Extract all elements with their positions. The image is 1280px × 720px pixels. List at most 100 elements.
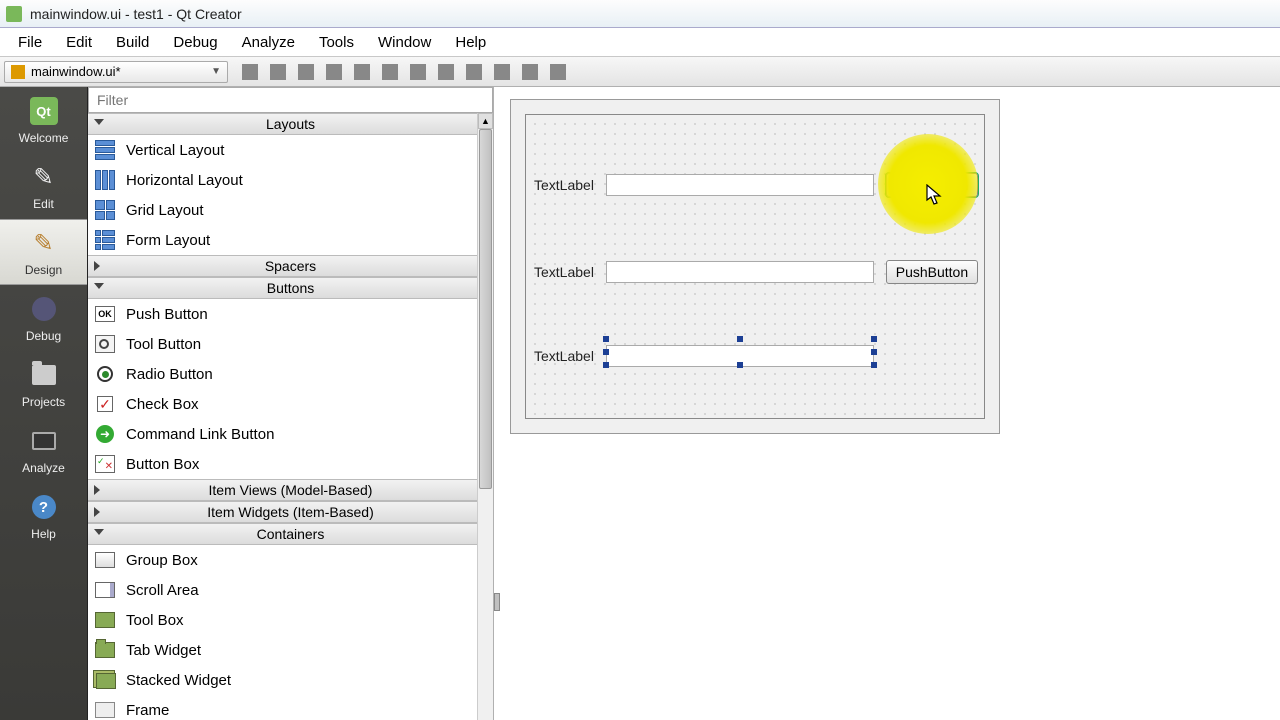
widget-vertical-layout[interactable]: Vertical Layout <box>88 135 493 165</box>
window-title: mainwindow.ui - test1 - Qt Creator <box>30 6 242 22</box>
widget-horizontal-layout[interactable]: Horizontal Layout <box>88 165 493 195</box>
widget-command-link-button[interactable]: ➜Command Link Button <box>88 419 493 449</box>
design-canvas[interactable]: TextLabel PushButton TextLabel PushButto… <box>494 87 1280 720</box>
selection-handle[interactable] <box>871 336 877 342</box>
selection-handle[interactable] <box>871 349 877 355</box>
app-icon <box>6 6 22 22</box>
widget-grid-layout[interactable]: Grid Layout <box>88 195 493 225</box>
widget-box-scrollbar[interactable]: ▲ <box>477 113 493 720</box>
tool-edit-taborder[interactable] <box>321 61 347 83</box>
tool-layout-form[interactable] <box>489 61 515 83</box>
scroll-up-icon[interactable]: ▲ <box>478 113 493 129</box>
selection-handle[interactable] <box>737 336 743 342</box>
menu-window[interactable]: Window <box>366 30 443 55</box>
tabwidget-icon <box>95 642 115 658</box>
menu-debug[interactable]: Debug <box>161 30 229 55</box>
panel-resize-handle[interactable] <box>494 593 500 611</box>
scrollarea-icon <box>95 582 115 598</box>
group-item-views[interactable]: Item Views (Model-Based) <box>88 479 493 501</box>
selection-handle[interactable] <box>603 349 609 355</box>
tool-adjust-size[interactable] <box>545 61 571 83</box>
menu-help[interactable]: Help <box>443 30 498 55</box>
widget-tab-widget[interactable]: Tab Widget <box>88 635 493 665</box>
widget-box: Layouts Vertical Layout Horizontal Layou… <box>88 87 494 720</box>
widget-form-layout[interactable]: Form Layout <box>88 225 493 255</box>
tool-edit-widgets[interactable] <box>237 61 263 83</box>
activity-analyze[interactable]: Analyze <box>0 417 87 483</box>
widget-group-box[interactable]: Group Box <box>88 545 493 575</box>
menu-edit[interactable]: Edit <box>54 30 104 55</box>
selection-handle[interactable] <box>603 336 609 342</box>
activity-projects[interactable]: Projects <box>0 351 87 417</box>
menu-build[interactable]: Build <box>104 30 161 55</box>
group-layouts[interactable]: Layouts <box>88 113 493 135</box>
file-selector[interactable]: mainwindow.ui* ▼ <box>4 61 228 83</box>
file-selector-label: mainwindow.ui* <box>31 64 121 79</box>
selection-handle[interactable] <box>603 362 609 368</box>
menu-file[interactable]: File <box>6 30 54 55</box>
selection-handle[interactable] <box>871 362 877 368</box>
checkbox-icon: ✓ <box>97 396 113 412</box>
pushbutton-2[interactable]: PushButton <box>886 260 978 284</box>
ui-file-icon <box>11 65 25 79</box>
buttonbox-icon <box>95 455 115 473</box>
widget-tool-box[interactable]: Tool Box <box>88 605 493 635</box>
menu-analyze[interactable]: Analyze <box>230 30 307 55</box>
expand-icon <box>94 261 104 271</box>
activity-debug[interactable]: Debug <box>0 285 87 351</box>
group-buttons[interactable]: Buttons <box>88 277 493 299</box>
label-2[interactable]: TextLabel <box>534 264 594 280</box>
menu-tools[interactable]: Tools <box>307 30 366 55</box>
form-window[interactable]: TextLabel PushButton TextLabel PushButto… <box>510 99 1000 434</box>
vlayout-icon <box>95 140 115 160</box>
folder-icon <box>32 365 56 385</box>
scrollbar-thumb[interactable] <box>479 129 492 489</box>
groupbox-icon <box>95 552 115 568</box>
widget-frame[interactable]: Frame <box>88 695 493 720</box>
hlayout-icon <box>95 170 115 190</box>
lineedit-2[interactable] <box>606 261 874 283</box>
widget-stacked-widget[interactable]: Stacked Widget <box>88 665 493 695</box>
widget-check-box[interactable]: ✓Check Box <box>88 389 493 419</box>
widget-tool-button[interactable]: Tool Button <box>88 329 493 359</box>
pushbutton-1[interactable]: PushButton <box>886 173 978 197</box>
designer-toolbar: mainwindow.ui* ▼ <box>0 57 1280 87</box>
toolbox-icon <box>95 612 115 628</box>
widget-box-list[interactable]: Layouts Vertical Layout Horizontal Layou… <box>88 113 493 720</box>
stackedwidget-icon <box>96 673 116 689</box>
group-containers[interactable]: Containers <box>88 523 493 545</box>
tool-layout-hsplit[interactable] <box>405 61 431 83</box>
label-1[interactable]: TextLabel <box>534 177 594 193</box>
title-bar: mainwindow.ui - test1 - Qt Creator <box>0 0 1280 28</box>
tool-layout-v[interactable] <box>377 61 403 83</box>
widget-scroll-area[interactable]: Scroll Area <box>88 575 493 605</box>
activity-edit[interactable]: ✎ Edit <box>0 153 87 219</box>
tool-edit-buddies[interactable] <box>293 61 319 83</box>
widget-radio-button[interactable]: Radio Button <box>88 359 493 389</box>
central-widget[interactable]: TextLabel PushButton TextLabel PushButto… <box>525 114 985 419</box>
activity-help[interactable]: ? Help <box>0 483 87 549</box>
activity-design[interactable]: ✎ Design <box>0 219 87 285</box>
filter-input[interactable] <box>88 87 493 113</box>
tool-layout-vsplit[interactable] <box>433 61 459 83</box>
pencil-icon: ✎ <box>28 161 60 193</box>
label-3[interactable]: TextLabel <box>534 348 594 364</box>
widget-push-button[interactable]: OKPush Button <box>88 299 493 329</box>
menu-bar: File Edit Build Debug Analyze Tools Wind… <box>0 28 1280 57</box>
toolbutton-icon <box>95 335 115 353</box>
lineedit-1[interactable] <box>606 174 874 196</box>
tool-layout-grid[interactable] <box>461 61 487 83</box>
activity-welcome[interactable]: Qt Welcome <box>0 87 87 153</box>
frame-icon <box>95 702 115 718</box>
expand-icon <box>94 507 104 517</box>
tool-layout-h[interactable] <box>349 61 375 83</box>
qt-logo-icon: Qt <box>30 97 58 125</box>
tool-edit-signals[interactable] <box>265 61 291 83</box>
group-spacers[interactable]: Spacers <box>88 255 493 277</box>
group-item-widgets[interactable]: Item Widgets (Item-Based) <box>88 501 493 523</box>
chevron-down-icon: ▼ <box>211 66 221 77</box>
collapse-icon <box>94 529 104 539</box>
widget-button-box[interactable]: Button Box <box>88 449 493 479</box>
selection-handle[interactable] <box>737 362 743 368</box>
tool-break-layout[interactable] <box>517 61 543 83</box>
